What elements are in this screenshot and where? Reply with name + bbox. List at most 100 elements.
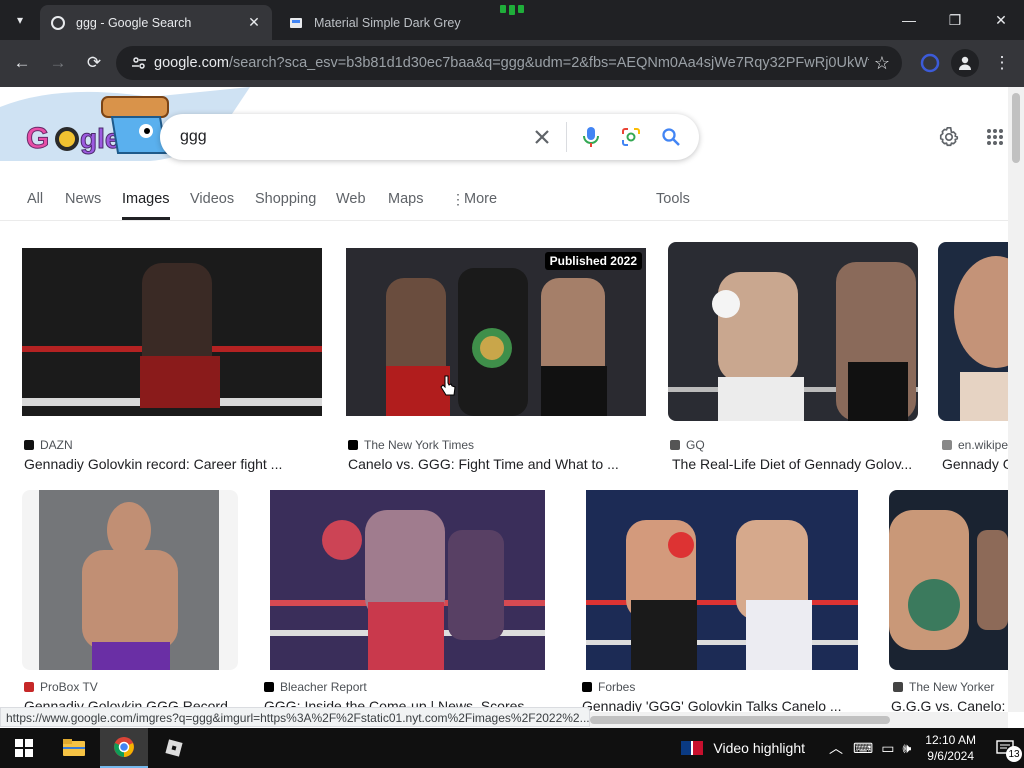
image-result[interactable]: GQ The Real-Life Diet of Gennady Golov..… [668,242,918,472]
chrome-taskbar-icon[interactable] [100,728,148,768]
show-hidden-icons-icon[interactable]: ︿ [829,738,843,758]
result-thumbnail[interactable] [938,242,1008,421]
clock-time: 12:10 AM [925,733,976,747]
nav-tab-all[interactable]: All [27,191,43,217]
back-button[interactable]: ← [9,50,35,76]
source-favicon-icon [348,440,358,450]
search-nav-tabs: All News Images Videos Shopping Web Maps… [0,187,1008,221]
bookmark-star-icon[interactable]: ☆ [874,53,890,74]
image-result[interactable]: Bleacher Report GGG: Inside the Come-up … [262,490,562,728]
clock[interactable]: 12:10 AM 9/6/2024 [925,732,976,764]
thumb-trunks [746,600,812,670]
result-thumbnail[interactable] [22,490,238,670]
nav-tab-images[interactable]: Images [122,191,170,220]
clock-date: 9/6/2024 [927,749,974,763]
lens-search-icon[interactable] [611,117,651,157]
tab-search-button[interactable]: ▾ [8,8,32,32]
result-source[interactable]: Forbes [598,680,635,694]
file-explorer-icon[interactable] [50,728,98,768]
result-source[interactable]: The New York Times [364,438,474,452]
extension-icon[interactable] [917,50,943,76]
roblox-taskbar-icon[interactable] [150,728,198,768]
meet-now-icon[interactable]: ⌨ [853,740,873,757]
thumb-face [107,502,151,558]
close-tab-icon[interactable]: ✕ [244,13,264,33]
address-bar[interactable]: google.com/search?sca_esv=b3b81d1d30ec7b… [116,46,902,80]
restore-window-button[interactable]: ❐ [932,0,978,40]
google-favicon-icon [50,15,66,31]
source-favicon-icon [893,682,903,692]
voice-search-icon[interactable] [571,117,611,157]
more-dots-icon[interactable]: ⋮ [451,191,465,208]
result-caption[interactable]: Canelo vs. GGG: Fight Time and What to .… [348,456,646,472]
search-input[interactable]: ggg [180,128,522,146]
nav-tab-maps[interactable]: Maps [388,191,423,217]
horizontal-scrollbar[interactable] [590,712,1008,728]
google-apps-icon[interactable] [982,124,1008,150]
result-thumbnail[interactable] [889,490,1008,670]
nav-tab-videos[interactable]: Videos [190,191,234,217]
source-favicon-icon [24,682,34,692]
site-info-icon[interactable] [124,55,154,71]
image-result[interactable]: DAZN Gennadiy Golovkin record: Career fi… [22,248,322,472]
minimize-window-button[interactable]: — [886,0,932,40]
settings-gear-icon[interactable] [936,124,962,150]
scrollbar-thumb[interactable] [590,716,890,724]
tab-title: Material Simple Dark Grey [314,15,461,30]
forward-button[interactable]: → [45,50,71,76]
search-box[interactable]: ggg [160,114,699,160]
nav-tab-news[interactable]: News [65,191,101,217]
result-source[interactable]: GQ [686,438,705,452]
result-source[interactable]: The New Yorker [909,680,994,694]
close-window-button[interactable]: ✕ [978,0,1024,40]
thumb-torso [82,550,178,650]
source-favicon-icon [942,440,952,450]
system-tray: Video highlight ︿ ⌨ ▭ 🕪 12:10 AM 9/6/202… [681,728,1024,768]
windows-start-icon[interactable] [0,728,48,768]
profile-avatar-icon[interactable] [951,49,979,77]
result-source[interactable]: DAZN [40,438,73,452]
image-result[interactable]: en.wikipe Gennady G [938,242,1008,472]
result-thumbnail[interactable] [668,242,918,421]
published-badge: Published 2022 [544,252,642,270]
result-source[interactable]: Bleacher Report [280,680,367,694]
web-store-favicon-icon [288,15,304,31]
result-source[interactable]: en.wikipe [958,438,1008,452]
thumb-trunks [140,356,220,408]
clear-search-icon[interactable] [522,117,562,157]
nav-tab-web[interactable]: Web [336,191,366,217]
network-icon[interactable]: ▭ [881,740,894,757]
tools-button[interactable]: Tools [656,191,690,217]
image-result[interactable]: Published 2022 The New York Times Canelo… [346,248,646,472]
tab-google-search[interactable]: ggg - Google Search ✕ [40,5,272,40]
result-thumbnail[interactable] [346,248,646,416]
image-result[interactable]: Forbes Gennadiy 'GGG' Golovkin Talks Can… [580,490,858,728]
result-caption[interactable]: Gennady G [942,456,1008,472]
nav-tab-more[interactable]: More [464,191,497,217]
source-favicon-icon [582,682,592,692]
nav-tab-shopping[interactable]: Shopping [255,191,316,217]
result-caption[interactable]: The Real-Life Diet of Gennady Golov... [672,456,916,472]
news-widget-text[interactable]: Video highlight [713,740,805,756]
result-thumbnail[interactable] [22,248,322,416]
vertical-scrollbar[interactable] [1008,87,1024,712]
result-source[interactable]: ProBox TV [40,680,98,694]
tab-strip: ▾ ggg - Google Search ✕ Material Simple … [0,0,1024,40]
mouse-cursor-icon [440,375,456,402]
notifications-icon[interactable]: 13 [986,740,1024,762]
media-indicator-icon [496,5,528,15]
mlb-icon[interactable] [681,741,704,755]
result-thumbnail[interactable] [270,490,545,670]
result-thumbnail[interactable] [586,490,858,670]
scrollbar-thumb[interactable] [1012,93,1020,163]
thumb-glove [908,579,960,631]
search-submit-icon[interactable] [651,117,691,157]
volume-icon[interactable]: 🕪 [902,740,911,757]
search-page: G gle ggg All News Images Videos Shoppin… [0,87,1024,728]
browser-menu-icon[interactable]: ⋮ [989,50,1015,76]
result-caption[interactable]: Gennadiy Golovkin record: Career fight .… [24,456,322,472]
image-result[interactable]: The New Yorker G.G.G vs. Canelo: ... [889,490,1008,728]
image-result[interactable]: ProBox TV Gennadiy Golovkin GGG Record .… [22,490,238,728]
reload-button[interactable]: ⟳ [81,50,107,76]
tab-material-theme[interactable]: Material Simple Dark Grey [278,5,478,40]
